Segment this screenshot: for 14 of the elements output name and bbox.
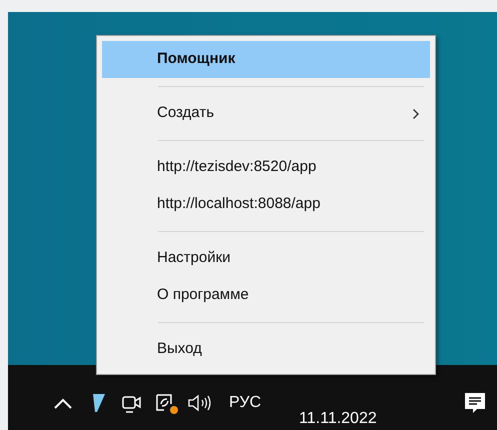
camera-icon[interactable] <box>121 394 143 414</box>
menu-item[interactable]: Создать <box>102 95 430 132</box>
menu-item[interactable]: http://localhost:8088/app <box>102 186 430 223</box>
menu-item[interactable]: Настройки <box>102 240 430 277</box>
language-indicator[interactable]: РУС <box>229 390 262 414</box>
speaker-icon[interactable] <box>187 392 213 412</box>
menu-item[interactable]: http://tezisdev:8520/app <box>102 149 430 186</box>
chevron-right-icon <box>412 108 420 120</box>
menu-item[interactable]: О программе <box>102 277 430 314</box>
menu-item[interactable]: Выход <box>102 331 430 368</box>
notification-icon[interactable] <box>463 390 487 414</box>
taskbar-date[interactable]: 11.11.2022 <box>299 406 377 430</box>
menu-item[interactable]: Помощник <box>102 41 430 78</box>
chevron-up-icon[interactable] <box>53 398 73 410</box>
